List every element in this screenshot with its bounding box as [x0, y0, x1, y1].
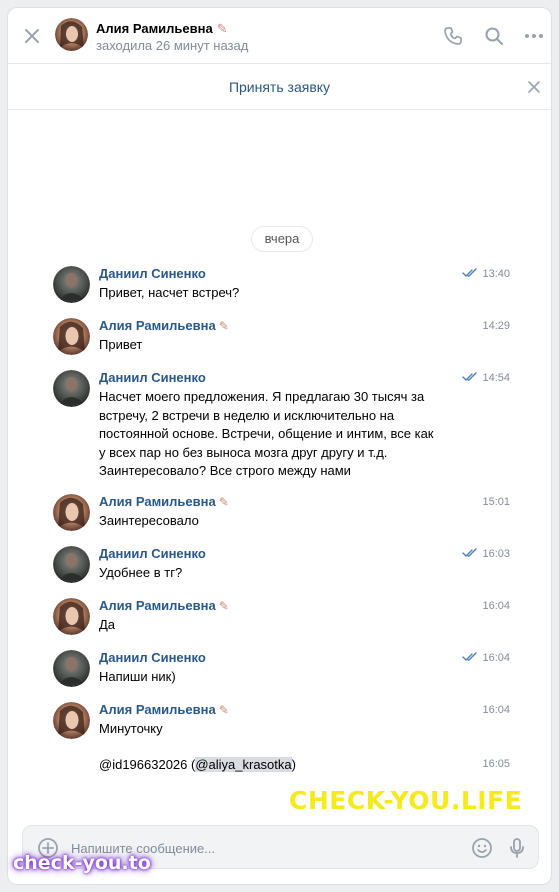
message-text: Удобнее в тг? — [99, 565, 183, 580]
message-time: 14:54 — [482, 372, 510, 384]
message-author[interactable]: Даниил Синенко — [99, 650, 206, 665]
mention-prefix: @id196632026 ( — [99, 757, 196, 772]
message-author-name: Даниил Синенко — [99, 370, 206, 385]
contact-name-text: Алия Рамильевна — [96, 21, 213, 36]
watermark-text: CHECK-YOU.LIFE — [289, 786, 523, 815]
message-text: Да — [99, 617, 116, 632]
message-author[interactable]: Даниил Синенко — [99, 266, 206, 281]
friend-request-banner: Принять заявку — [8, 64, 551, 110]
read-check-icon — [462, 268, 477, 277]
message-author-name: Алия Рамильевна — [99, 598, 216, 613]
message-author[interactable]: Даниил Синенко — [99, 546, 206, 561]
read-check-icon — [462, 372, 477, 381]
message-text: Заинтересовало — [99, 513, 199, 528]
pen-icon: ✎ — [218, 495, 229, 509]
pen-icon: ✎ — [216, 21, 228, 36]
message-author[interactable]: Даниил Синенко — [99, 370, 206, 385]
message-text: Насчет моего предложения. Я предлагаю 30… — [99, 389, 434, 478]
avatar[interactable] — [53, 494, 90, 531]
message-time: 16:04 — [482, 704, 510, 716]
message-author-name: Даниил Синенко — [99, 546, 206, 561]
search-icon[interactable] — [484, 26, 504, 46]
avatar[interactable] — [53, 266, 90, 303]
message-author[interactable]: Алия Рамильевна ✎ — [99, 494, 229, 509]
message-time: 16:04 — [482, 652, 510, 664]
message-author-name: Даниил Синенко — [99, 266, 206, 281]
avatar[interactable] — [53, 702, 90, 739]
message-time: 15:01 — [482, 496, 510, 508]
message-text: Напиши ник) — [99, 669, 176, 684]
phone-icon[interactable] — [443, 26, 463, 46]
message-time: 16:04 — [482, 600, 510, 612]
avatar[interactable] — [53, 546, 90, 583]
message-author-name: Алия Рамильевна — [99, 318, 216, 333]
message-text: @id196632026 (@aliya_krasotka) — [99, 756, 439, 775]
message-text: Привет, насчет встреч? — [99, 285, 240, 300]
avatar[interactable] — [53, 370, 90, 407]
message-time: 16:05 — [482, 758, 510, 770]
close-icon[interactable] — [527, 80, 541, 94]
last-seen-status: заходила 26 минут назад — [96, 38, 249, 53]
avatar[interactable] — [53, 598, 90, 635]
emoji-icon[interactable] — [471, 837, 493, 859]
message-time: 13:40 — [482, 268, 510, 280]
avatar[interactable] — [53, 650, 90, 687]
accept-request-button[interactable]: Принять заявку — [229, 79, 330, 95]
chat-header: Алия Рамильевна ✎ заходила 26 минут назад — [8, 8, 551, 64]
more-icon[interactable] — [524, 26, 544, 46]
chat-window: Алия Рамильевна ✎ заходила 26 минут назад… — [7, 7, 552, 885]
message-author-name: Алия Рамильевна — [99, 702, 216, 717]
message-text: Минуточку — [99, 721, 163, 736]
pen-icon: ✎ — [218, 319, 229, 333]
close-icon[interactable] — [22, 26, 42, 46]
pen-icon: ✎ — [218, 703, 229, 717]
avatar[interactable] — [55, 18, 88, 51]
message-time: 16:03 — [482, 548, 510, 560]
contact-name[interactable]: Алия Рамильевна ✎ — [96, 21, 228, 37]
mention-link[interactable]: @aliya_krasotka — [195, 757, 292, 772]
watermark-logo: check-you.to — [13, 852, 151, 874]
avatar[interactable] — [53, 318, 90, 355]
date-separator: вчера — [252, 227, 312, 251]
pen-icon: ✎ — [218, 599, 229, 613]
message-author[interactable]: Алия Рамильевна ✎ — [99, 598, 229, 613]
message-author-name: Алия Рамильевна — [99, 494, 216, 509]
message-author[interactable]: Алия Рамильевна ✎ — [99, 702, 229, 717]
message-text: Привет — [99, 337, 143, 352]
microphone-icon[interactable] — [506, 837, 528, 859]
read-check-icon — [462, 652, 477, 661]
message-time: 14:29 — [482, 320, 510, 332]
message-author-name: Даниил Синенко — [99, 650, 206, 665]
mention-suffix: ) — [291, 757, 296, 772]
message-author[interactable]: Алия Рамильевна ✎ — [99, 318, 229, 333]
read-check-icon — [462, 548, 477, 557]
